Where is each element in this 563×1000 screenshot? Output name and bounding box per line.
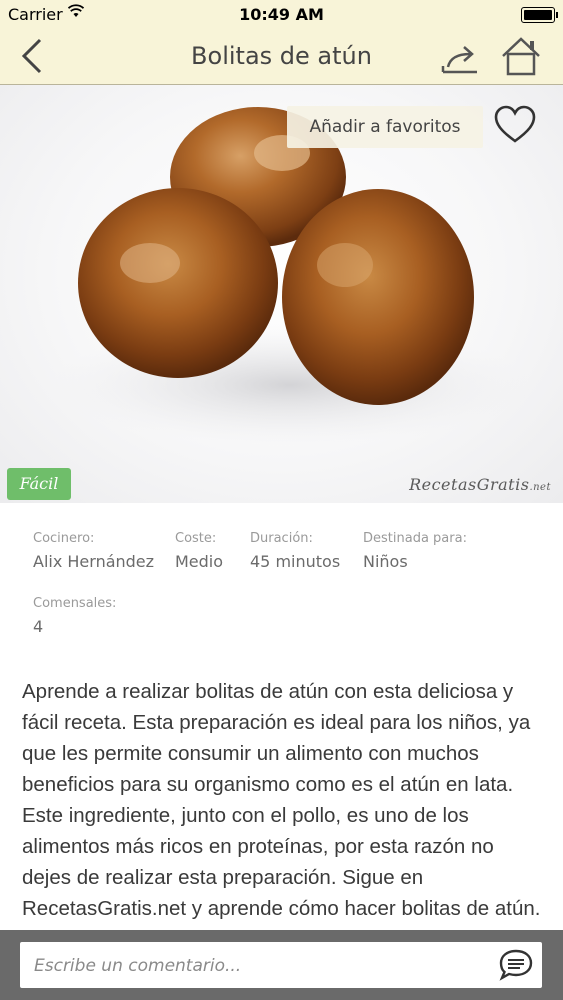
comment-box bbox=[20, 942, 542, 990]
meta-audience-label: Destinada para: bbox=[363, 531, 467, 546]
meta-servings: Comensales: 4 bbox=[33, 596, 116, 636]
navigation-bar: Bolitas de atún bbox=[0, 28, 563, 85]
meta-audience-value: Niños bbox=[363, 552, 408, 571]
status-bar: Carrier 10:49 AM bbox=[0, 0, 563, 28]
clock: 10:49 AM bbox=[239, 5, 324, 24]
chat-bubble-icon[interactable] bbox=[498, 948, 534, 982]
meta-cost-label: Coste: bbox=[175, 531, 217, 546]
page-title: Bolitas de atún bbox=[191, 42, 372, 70]
back-chevron-icon[interactable] bbox=[18, 36, 48, 76]
recipe-photo: Añadir a favoritos Fácil RecetasGratis.n… bbox=[0, 85, 563, 503]
comment-input[interactable] bbox=[32, 942, 486, 990]
meta-cost: Coste: Medio bbox=[175, 531, 223, 571]
recipe-description: Aprende a realizar bolitas de atún con e… bbox=[22, 680, 541, 920]
meta-duration-value: 45 minutos bbox=[250, 552, 341, 571]
meta-cost-value: Medio bbox=[175, 552, 224, 571]
heart-icon[interactable] bbox=[493, 105, 537, 145]
meta-cook-label: Cocinero: bbox=[33, 531, 95, 546]
comment-bar bbox=[0, 930, 563, 1000]
difficulty-badge: Fácil bbox=[7, 468, 71, 500]
meta-duration: Duración: 45 minutos bbox=[250, 531, 340, 571]
meta-duration-label: Duración: bbox=[250, 531, 313, 546]
meta-servings-label: Comensales: bbox=[33, 596, 117, 611]
add-to-favorites-label[interactable]: Añadir a favoritos bbox=[287, 106, 483, 148]
watermark-suffix: .net bbox=[529, 482, 551, 493]
home-icon[interactable] bbox=[500, 36, 542, 76]
watermark-text: RecetasGratis bbox=[409, 475, 530, 494]
meta-servings-value: 4 bbox=[33, 617, 44, 636]
battery-icon bbox=[521, 7, 558, 23]
site-watermark: RecetasGratis.net bbox=[409, 475, 551, 494]
meta-cook: Cocinero: Alix Hernández bbox=[33, 531, 154, 571]
share-icon[interactable] bbox=[440, 42, 480, 76]
meta-cook-value: Alix Hernández bbox=[33, 552, 155, 571]
meta-audience: Destinada para: Niños bbox=[363, 531, 467, 571]
